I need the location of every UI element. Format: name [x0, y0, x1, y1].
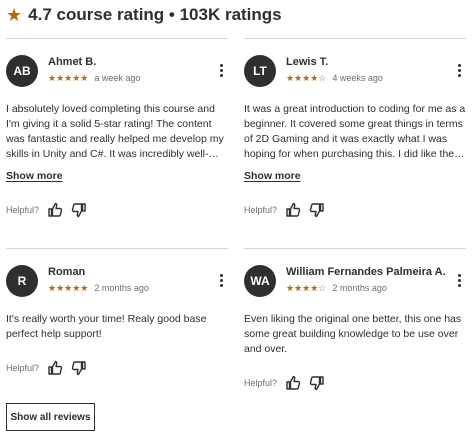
- thumbs-up-icon[interactable]: [47, 360, 63, 376]
- review-text: Even liking the original one better, thi…: [244, 313, 462, 355]
- avatar: WA: [244, 265, 276, 297]
- helpful-row: Helpful?: [244, 375, 466, 391]
- more-options-icon[interactable]: [452, 61, 466, 79]
- review-text: It's really worth your time! Realy good …: [6, 313, 207, 340]
- more-options-icon[interactable]: [452, 271, 466, 289]
- review-text: It was a great introduction to coding fo…: [244, 103, 466, 160]
- helpful-row: Helpful?: [6, 202, 228, 218]
- star-rating: ★★★★★: [48, 283, 89, 293]
- review-card: AB Ahmet B. ★★★★★ a week ago I absolutel…: [6, 38, 228, 218]
- star-rating: ★★★★☆: [286, 73, 327, 83]
- show-all-reviews-button[interactable]: Show all reviews: [6, 403, 95, 431]
- helpful-label: Helpful?: [6, 363, 40, 373]
- review-card: WA William Fernandes Palmeira A. ★★★★☆ 2…: [244, 248, 466, 391]
- rating-header: ★ 4.7 course rating • 103K ratings: [6, 4, 282, 26]
- review-card: LT Lewis T. ★★★★☆ 4 weeks ago It was a g…: [244, 38, 466, 218]
- star-rating: ★★★★★: [48, 73, 89, 83]
- review-text: I absolutely loved completing this cours…: [6, 103, 224, 160]
- thumbs-down-icon[interactable]: [71, 202, 87, 218]
- review-date: 2 months ago: [94, 283, 149, 293]
- show-more-button[interactable]: Show more: [244, 170, 301, 182]
- thumbs-up-icon[interactable]: [47, 202, 63, 218]
- show-more-button[interactable]: Show more: [6, 170, 63, 182]
- review-date: 2 months ago: [332, 283, 387, 293]
- thumbs-up-icon[interactable]: [285, 375, 301, 391]
- helpful-row: Helpful?: [6, 360, 228, 376]
- star-icon: ★: [6, 5, 23, 25]
- reviewer-name: Roman: [48, 266, 86, 278]
- helpful-label: Helpful?: [244, 378, 278, 388]
- avatar: R: [6, 265, 38, 297]
- rating-summary: 4.7 course rating • 103K ratings: [28, 5, 282, 24]
- thumbs-up-icon[interactable]: [285, 202, 301, 218]
- review-date: 4 weeks ago: [332, 73, 383, 83]
- reviewer-name: Ahmet B.: [48, 56, 97, 68]
- star-rating: ★★★★☆: [286, 283, 327, 293]
- reviewer-name: William Fernandes Palmeira A.: [286, 266, 446, 278]
- thumbs-down-icon[interactable]: [309, 375, 325, 391]
- helpful-row: Helpful?: [244, 202, 466, 218]
- more-options-icon[interactable]: [214, 271, 228, 289]
- avatar: LT: [244, 55, 276, 87]
- reviewer-name: Lewis T.: [286, 56, 329, 68]
- review-card: R Roman ★★★★★ 2 months ago It's really w…: [6, 248, 228, 376]
- thumbs-down-icon[interactable]: [71, 360, 87, 376]
- helpful-label: Helpful?: [244, 205, 278, 215]
- avatar: AB: [6, 55, 38, 87]
- helpful-label: Helpful?: [6, 205, 40, 215]
- thumbs-down-icon[interactable]: [309, 202, 325, 218]
- review-date: a week ago: [94, 73, 141, 83]
- more-options-icon[interactable]: [214, 61, 228, 79]
